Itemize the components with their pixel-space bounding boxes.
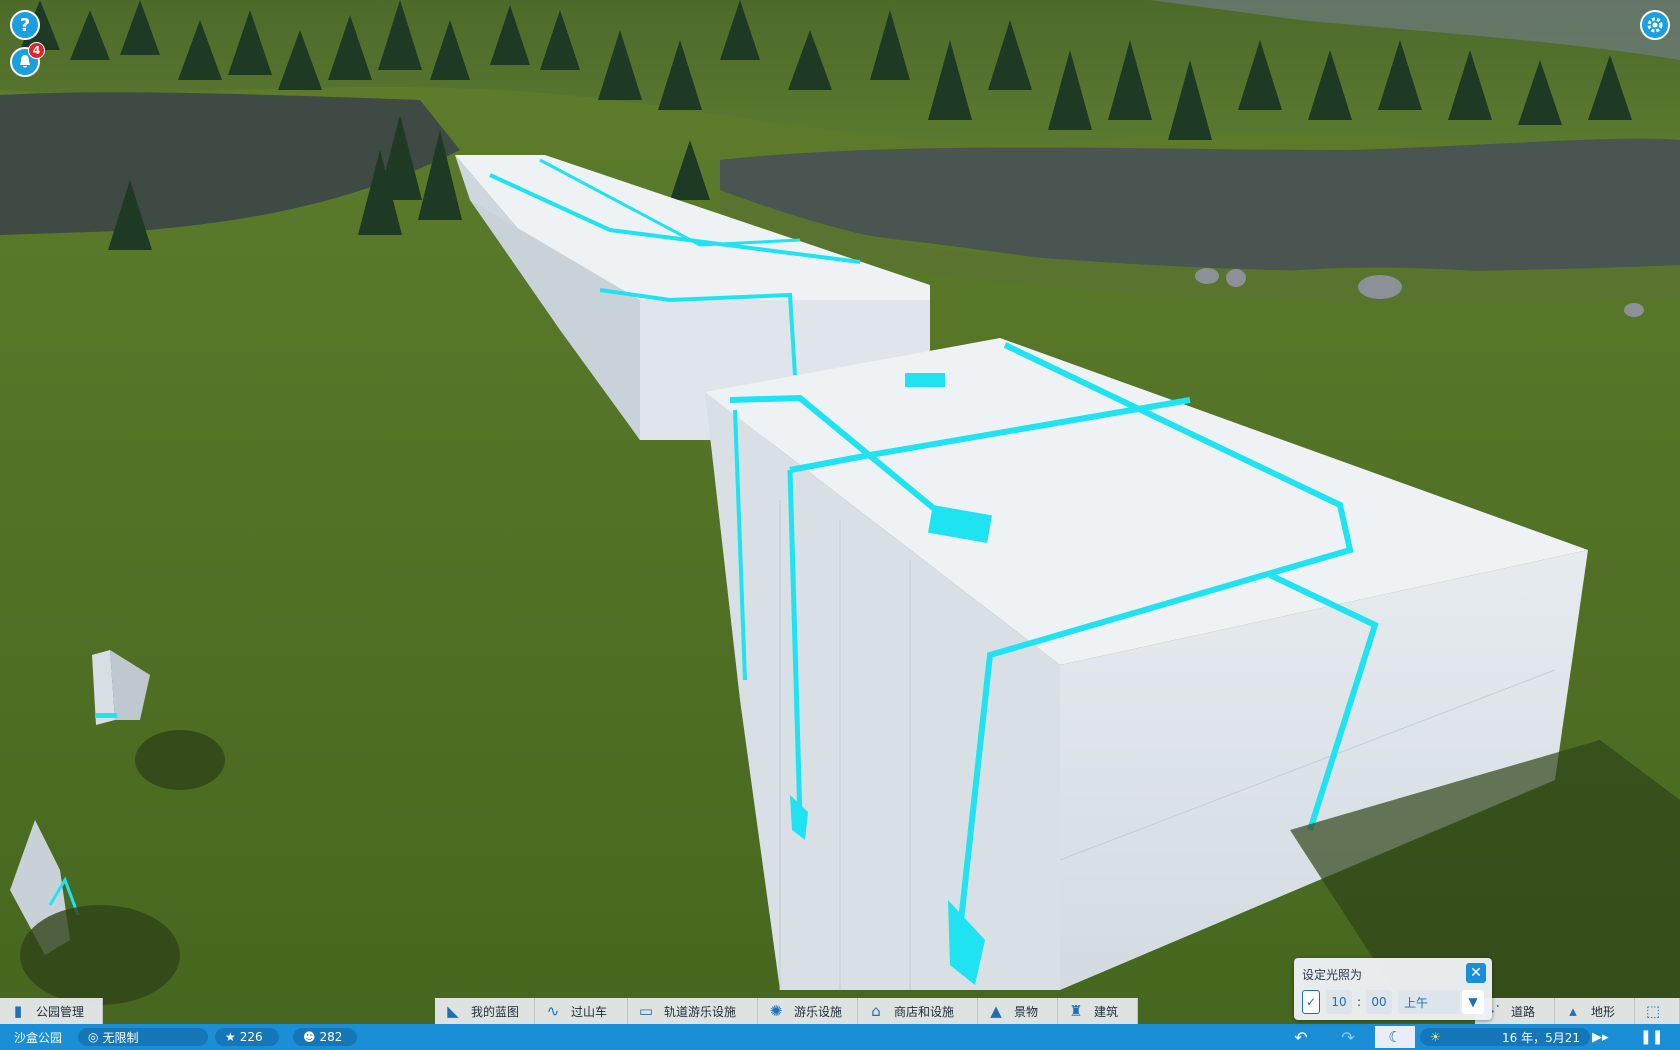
minute-field[interactable]: 00 bbox=[1366, 990, 1392, 1014]
rides-button[interactable]: ✺ 游乐设施 bbox=[758, 998, 858, 1024]
tower-icon: ♜ bbox=[1069, 1002, 1083, 1020]
pause-icon[interactable]: ❚❚ bbox=[1640, 1027, 1663, 1047]
game-viewport[interactable] bbox=[0, 0, 1680, 1050]
coins-icon: ◎ bbox=[88, 1030, 99, 1044]
lighting-title: 设定光照为 bbox=[1302, 968, 1363, 982]
help-button[interactable]: ? bbox=[10, 10, 40, 40]
track-rides-button[interactable]: ▭ 轨道游乐设施 bbox=[628, 998, 758, 1024]
coasters-button[interactable]: ∿ 过山车 bbox=[535, 998, 628, 1024]
shop-icon: ⌂ bbox=[871, 1002, 881, 1020]
scenery-button[interactable]: ▲ 景物 bbox=[978, 998, 1058, 1024]
date-display[interactable]: ☀ 16 年，5月21 bbox=[1420, 1027, 1590, 1047]
guest-count[interactable]: ☻ 282 bbox=[293, 1027, 357, 1047]
tree-icon: ▲ bbox=[990, 1002, 1002, 1020]
selection-icon: ⬚ bbox=[1645, 1002, 1661, 1020]
lighting-enable-checkbox[interactable]: ✓ bbox=[1302, 990, 1320, 1014]
money-display[interactable]: ◎ 无限制 bbox=[78, 1027, 208, 1047]
park-name[interactable]: 沙盒公园 bbox=[14, 1027, 62, 1047]
chevron-down-icon[interactable]: ▼ bbox=[1462, 990, 1484, 1014]
blueprints-button[interactable]: ◣ 我的蓝图 bbox=[435, 998, 535, 1024]
notification-count-badge: 4 bbox=[28, 42, 45, 59]
terrain-button[interactable]: ▴ 地形 bbox=[1555, 998, 1635, 1024]
park-rating[interactable]: ★ 226 bbox=[215, 1027, 279, 1047]
status-bar: 沙盒公园 ◎ 无限制 ★ 226 ☻ 282 ↶ ↷ ☾ ☀ 16 年，5月21 ▶▸ … bbox=[0, 1024, 1680, 1050]
redo-icon[interactable]: ↷ bbox=[1337, 1027, 1359, 1047]
buildings-button[interactable]: ♜ 建筑 bbox=[1058, 998, 1138, 1024]
hour-field[interactable]: 10 bbox=[1326, 990, 1352, 1014]
lighting-panel: 设定光照为 ✕ ✓ 10 : 00 上午 ▼ bbox=[1294, 958, 1492, 1020]
help-icon: ? bbox=[19, 14, 31, 36]
coaster-icon: ∿ bbox=[546, 1002, 560, 1020]
park-management-icon: ▮ bbox=[13, 1002, 23, 1020]
shops-button[interactable]: ⌂ 商店和设施 bbox=[858, 998, 978, 1024]
gear-icon bbox=[1647, 17, 1663, 33]
star-icon: ★ bbox=[225, 1030, 236, 1044]
ferris-wheel-icon: ✺ bbox=[769, 1002, 783, 1020]
train-icon: ▭ bbox=[638, 1002, 654, 1020]
blueprint-icon: ◣ bbox=[447, 1002, 459, 1020]
settings-button[interactable] bbox=[1640, 10, 1670, 40]
day-night-icon[interactable]: ☾ bbox=[1375, 1026, 1415, 1048]
close-icon[interactable]: ✕ bbox=[1466, 963, 1486, 983]
selection-tool-button[interactable]: ⬚ bbox=[1635, 998, 1680, 1024]
time-separator: : bbox=[1356, 995, 1362, 1009]
park-management-button[interactable]: ▮ 公园管理 bbox=[0, 998, 103, 1024]
period-select[interactable]: 上午 bbox=[1398, 990, 1460, 1014]
undo-icon[interactable]: ↶ bbox=[1290, 1027, 1312, 1047]
speed-icon[interactable]: ▶▸ bbox=[1592, 1027, 1609, 1047]
sun-icon: ☀ bbox=[1430, 1030, 1441, 1044]
mountain-icon: ▴ bbox=[1569, 1002, 1577, 1020]
guests-icon: ☻ bbox=[303, 1030, 316, 1044]
